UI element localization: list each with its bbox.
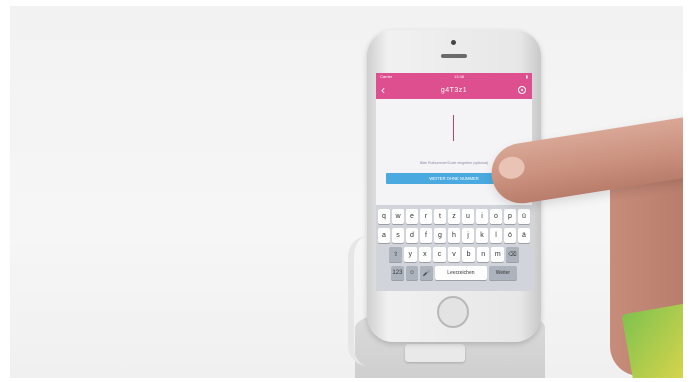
numbers-key[interactable]: 123 bbox=[391, 266, 404, 280]
key-w[interactable]: w bbox=[392, 209, 404, 224]
chevron-left-icon[interactable]: ‹ bbox=[381, 83, 385, 97]
keyboard-row-3: ⇧ y x c v b n m ⌫ bbox=[378, 247, 530, 262]
colored-card bbox=[621, 302, 683, 378]
key-q[interactable]: q bbox=[378, 209, 390, 224]
battery-icon: ▮ bbox=[525, 74, 528, 79]
key-x[interactable]: x bbox=[418, 247, 432, 262]
key-i[interactable]: i bbox=[476, 209, 488, 224]
key-c[interactable]: c bbox=[433, 247, 446, 262]
status-time: 13:38 bbox=[454, 74, 465, 79]
continue-key[interactable]: Weiter bbox=[488, 266, 517, 280]
key-a[interactable]: a bbox=[378, 228, 390, 243]
front-camera bbox=[451, 40, 456, 45]
shift-key[interactable]: ⇧ bbox=[389, 247, 402, 262]
key-h[interactable]: h bbox=[448, 228, 460, 243]
eye-icon[interactable] bbox=[518, 86, 526, 94]
status-bar: Carrier 13:38 ▮ bbox=[376, 73, 532, 81]
emoji-icon[interactable]: ☺ bbox=[405, 266, 419, 280]
key-m[interactable]: m bbox=[491, 247, 505, 262]
key-ue[interactable]: ü bbox=[518, 209, 530, 224]
app-title: g4T3z1 bbox=[440, 86, 468, 94]
key-oe[interactable]: ö bbox=[504, 228, 516, 243]
home-button[interactable] bbox=[437, 296, 469, 328]
key-o[interactable]: o bbox=[490, 209, 502, 224]
carrier-label: Carrier bbox=[380, 74, 393, 79]
key-ae[interactable]: ä bbox=[518, 228, 530, 243]
keyboard-row-1: q w e r t z u i o p ü bbox=[378, 209, 530, 224]
key-t[interactable]: t bbox=[434, 209, 446, 224]
keyboard-row-2: a s d f g h j k l ö ä bbox=[378, 228, 530, 243]
key-l[interactable]: l bbox=[490, 228, 502, 243]
key-p[interactable]: p bbox=[504, 209, 516, 224]
photo-scene: Carrier 13:38 ▮ ‹ g4T3z1 Bitte Rufnummer… bbox=[10, 6, 683, 378]
key-e[interactable]: e bbox=[406, 209, 418, 224]
key-z[interactable]: z bbox=[448, 209, 460, 224]
fingernail bbox=[497, 154, 527, 181]
on-screen-keyboard: q w e r t z u i o p ü a s d f g h j k l … bbox=[376, 205, 532, 291]
key-s[interactable]: s bbox=[392, 228, 404, 243]
app-header: ‹ g4T3z1 bbox=[376, 81, 532, 99]
key-d[interactable]: d bbox=[406, 228, 418, 243]
key-y[interactable]: y bbox=[403, 247, 417, 262]
cable-clip bbox=[405, 344, 465, 362]
delete-key[interactable]: ⌫ bbox=[506, 247, 519, 262]
text-cursor bbox=[453, 115, 454, 141]
key-k[interactable]: k bbox=[476, 228, 488, 243]
keyboard-row-bottom: 123 ☺ 🎤 Leerzeichen Weiter bbox=[378, 266, 530, 280]
key-b[interactable]: b bbox=[462, 247, 475, 262]
key-r[interactable]: r bbox=[420, 209, 432, 224]
key-n[interactable]: n bbox=[476, 247, 490, 262]
space-key[interactable]: Leerzeichen bbox=[434, 266, 487, 280]
key-v[interactable]: v bbox=[447, 247, 461, 262]
earpiece-speaker bbox=[441, 54, 467, 58]
key-g[interactable]: g bbox=[434, 228, 446, 243]
key-u[interactable]: u bbox=[462, 209, 474, 224]
microphone-icon[interactable]: 🎤 bbox=[420, 266, 433, 280]
key-f[interactable]: f bbox=[420, 228, 432, 243]
key-j[interactable]: j bbox=[462, 228, 474, 243]
